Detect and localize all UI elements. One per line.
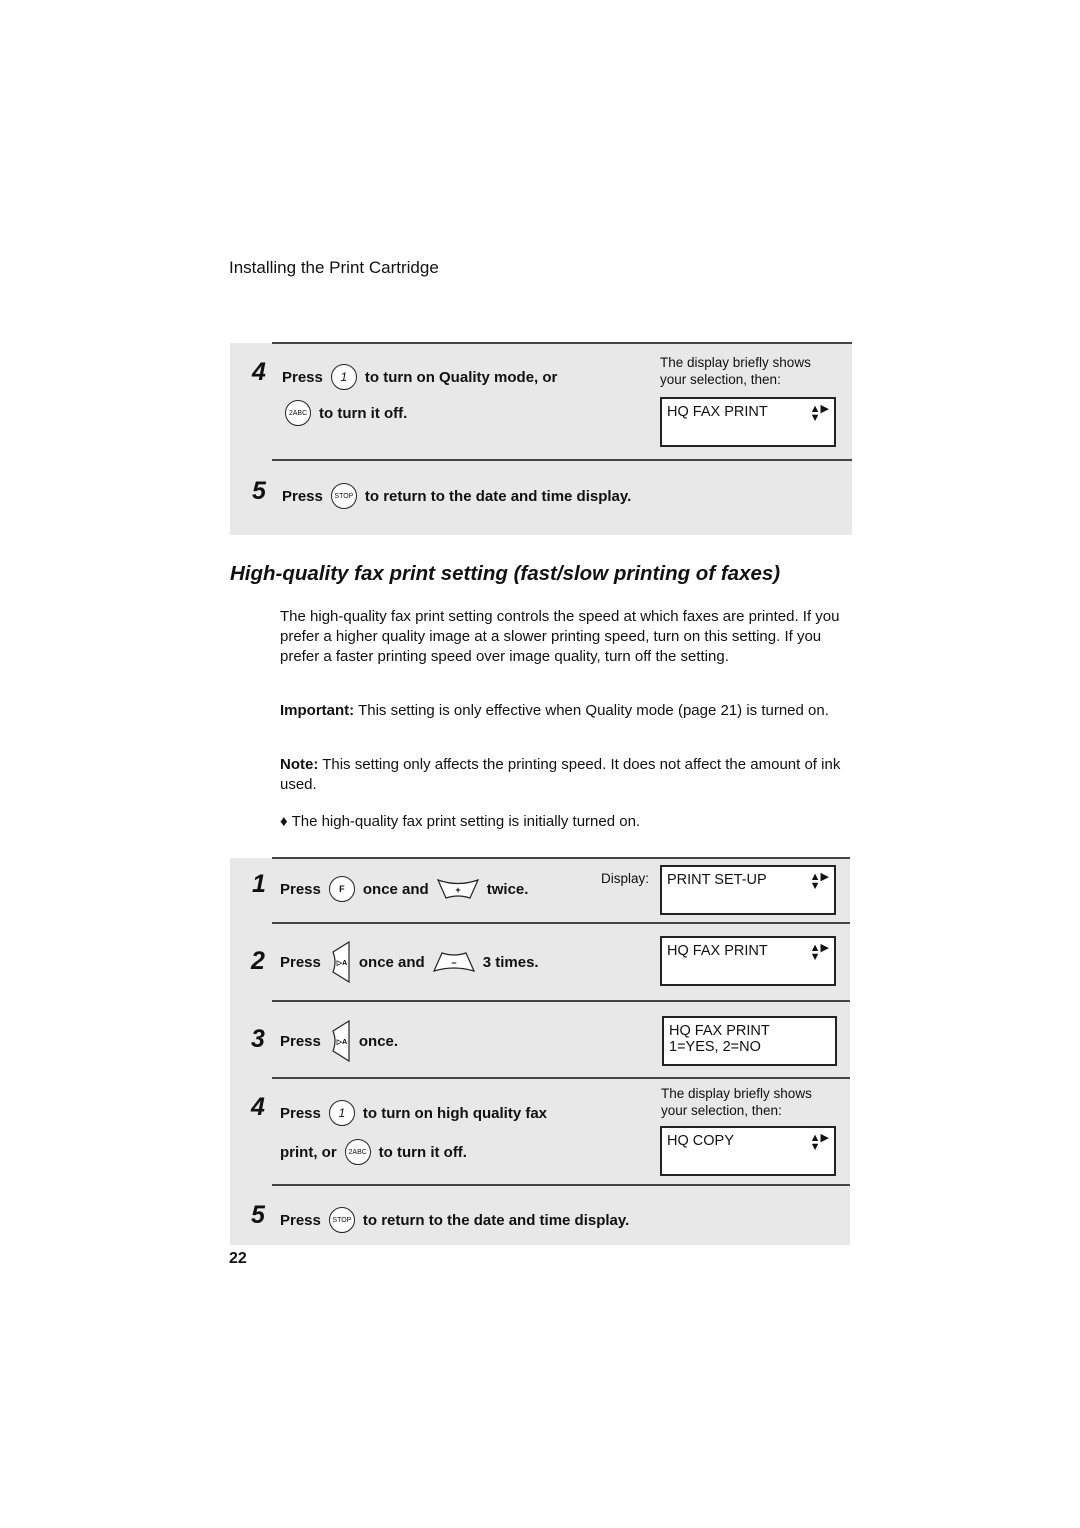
step-number: 2 — [251, 947, 265, 975]
display-label: Display: — [601, 871, 650, 886]
divider — [272, 857, 850, 859]
lcd-line-2: 1=YES, 2=NO — [669, 1039, 761, 1055]
bullet-item: ♦ The high-quality fax print setting is … — [280, 812, 850, 832]
right-arrow-key-icon: ▷A — [332, 1020, 350, 1062]
step-4-line2: 2ABC to turn it off. — [285, 400, 407, 426]
step-text: once. — [358, 1032, 399, 1050]
step-number: 1 — [252, 870, 266, 898]
stop-key-icon: STOP — [330, 483, 357, 509]
step-number: 5 — [251, 1201, 265, 1229]
step-text: to turn it off. — [319, 404, 408, 422]
lcd-display: HQ FAX PRINT ▲▶ ▼ — [660, 936, 836, 986]
important-label: Important: — [280, 702, 355, 719]
step-text: twice. — [486, 880, 529, 898]
svg-text:▷A: ▷A — [336, 960, 347, 967]
note-text: This setting only affects the printing s… — [280, 756, 841, 793]
lcd-text: HQ FAX PRINT — [667, 943, 768, 959]
divider — [272, 1184, 850, 1186]
key-2abc-icon: 2ABC — [344, 1139, 371, 1165]
step-text: to return to the date and time display. — [364, 487, 632, 505]
step-text: to return to the date and time display. — [362, 1211, 630, 1229]
section-title: High-quality fax print setting (fast/slo… — [230, 562, 781, 585]
divider — [272, 1077, 850, 1079]
step-text: to turn on high quality fax — [362, 1104, 548, 1122]
step-number: 4 — [252, 358, 266, 386]
key-1-icon: 1 — [328, 1100, 355, 1126]
lcd-display: HQ COPY ▲▶ ▼ — [660, 1126, 836, 1176]
divider — [272, 342, 852, 344]
key-1-icon: 1 — [330, 364, 357, 390]
press-label: Press — [280, 880, 321, 898]
step-text: print, or — [280, 1143, 337, 1161]
important-text: This setting is only effective when Qual… — [354, 702, 829, 719]
press-label: Press — [280, 953, 321, 971]
press-label: Press — [282, 487, 323, 505]
step-2: Press ▷A once and − 3 times. — [280, 941, 539, 983]
step-4-line2: print, or 2ABC to turn it off. — [280, 1139, 467, 1165]
press-label: Press — [282, 368, 323, 386]
svg-text:−: − — [451, 958, 456, 968]
page-number: 22 — [229, 1250, 247, 1267]
step-text: once and — [362, 880, 429, 898]
press-label: Press — [280, 1032, 321, 1050]
diamond-bullet-icon: ♦ — [280, 813, 292, 830]
lcd-display: PRINT SET-UP ▲▶ ▼ — [660, 865, 836, 915]
display-note: The display briefly shows your selection… — [661, 1086, 812, 1118]
up-down-right-arrow-icon: ▲▶ ▼ — [809, 871, 829, 892]
divider — [272, 1000, 850, 1002]
step-number: 4 — [251, 1093, 265, 1121]
step-text: to turn on Quality mode, or — [364, 368, 558, 386]
up-down-right-arrow-icon: ▲▶ ▼ — [809, 403, 829, 424]
step-text: once and — [358, 953, 425, 971]
lcd-line-1: HQ FAX PRINT — [669, 1023, 770, 1039]
important-paragraph: Important: This setting is only effectiv… — [280, 701, 850, 721]
step-5: Press STOP to return to the date and tim… — [282, 483, 631, 509]
down-arrow-key-icon: − — [432, 952, 475, 972]
step-number: 3 — [251, 1025, 265, 1053]
lcd-display: HQ FAX PRINT 1=YES, 2=NO — [662, 1016, 837, 1066]
key-2abc-icon: 2ABC — [285, 400, 311, 426]
step-4-line1: Press 1 to turn on high quality fax — [280, 1100, 547, 1126]
right-arrow-key-icon: ▷A — [332, 941, 350, 983]
manual-page: Installing the Print Cartridge 4 Press 1… — [0, 0, 1080, 1528]
step-1: Press F once and + twice. — [280, 876, 528, 902]
running-header: Installing the Print Cartridge — [229, 258, 439, 277]
lcd-text: HQ COPY — [667, 1133, 734, 1149]
function-key-icon: F — [328, 876, 355, 902]
intro-paragraph: The high-quality fax print setting contr… — [280, 608, 840, 665]
press-label: Press — [280, 1211, 321, 1229]
step-text: to turn it off. — [378, 1143, 467, 1161]
up-down-right-arrow-icon: ▲▶ ▼ — [809, 1132, 829, 1153]
note-paragraph: Note: This setting only affects the prin… — [280, 755, 850, 795]
svg-text:▷A: ▷A — [336, 1039, 347, 1046]
display-note: The display briefly shows your selection… — [660, 355, 811, 387]
press-label: Press — [280, 1104, 321, 1122]
step-4-line1: Press 1 to turn on Quality mode, or — [282, 364, 557, 390]
svg-text:+: + — [455, 885, 460, 895]
lcd-display: HQ FAX PRINT ▲▶ ▼ — [660, 397, 836, 447]
up-arrow-key-icon: + — [436, 879, 479, 899]
lcd-text: HQ FAX PRINT — [667, 404, 768, 420]
up-down-right-arrow-icon: ▲▶ ▼ — [809, 942, 829, 963]
stop-key-icon: STOP — [328, 1207, 355, 1233]
step-text: 3 times. — [482, 953, 539, 971]
divider — [272, 922, 850, 924]
lcd-text: PRINT SET-UP — [667, 872, 767, 888]
divider — [272, 459, 852, 461]
note-label: Note: — [280, 756, 319, 773]
step-3: Press ▷A once. — [280, 1020, 398, 1062]
step-5: Press STOP to return to the date and tim… — [280, 1207, 629, 1233]
step-number: 5 — [252, 477, 266, 505]
bullet-text: The high-quality fax print setting is in… — [291, 813, 641, 830]
